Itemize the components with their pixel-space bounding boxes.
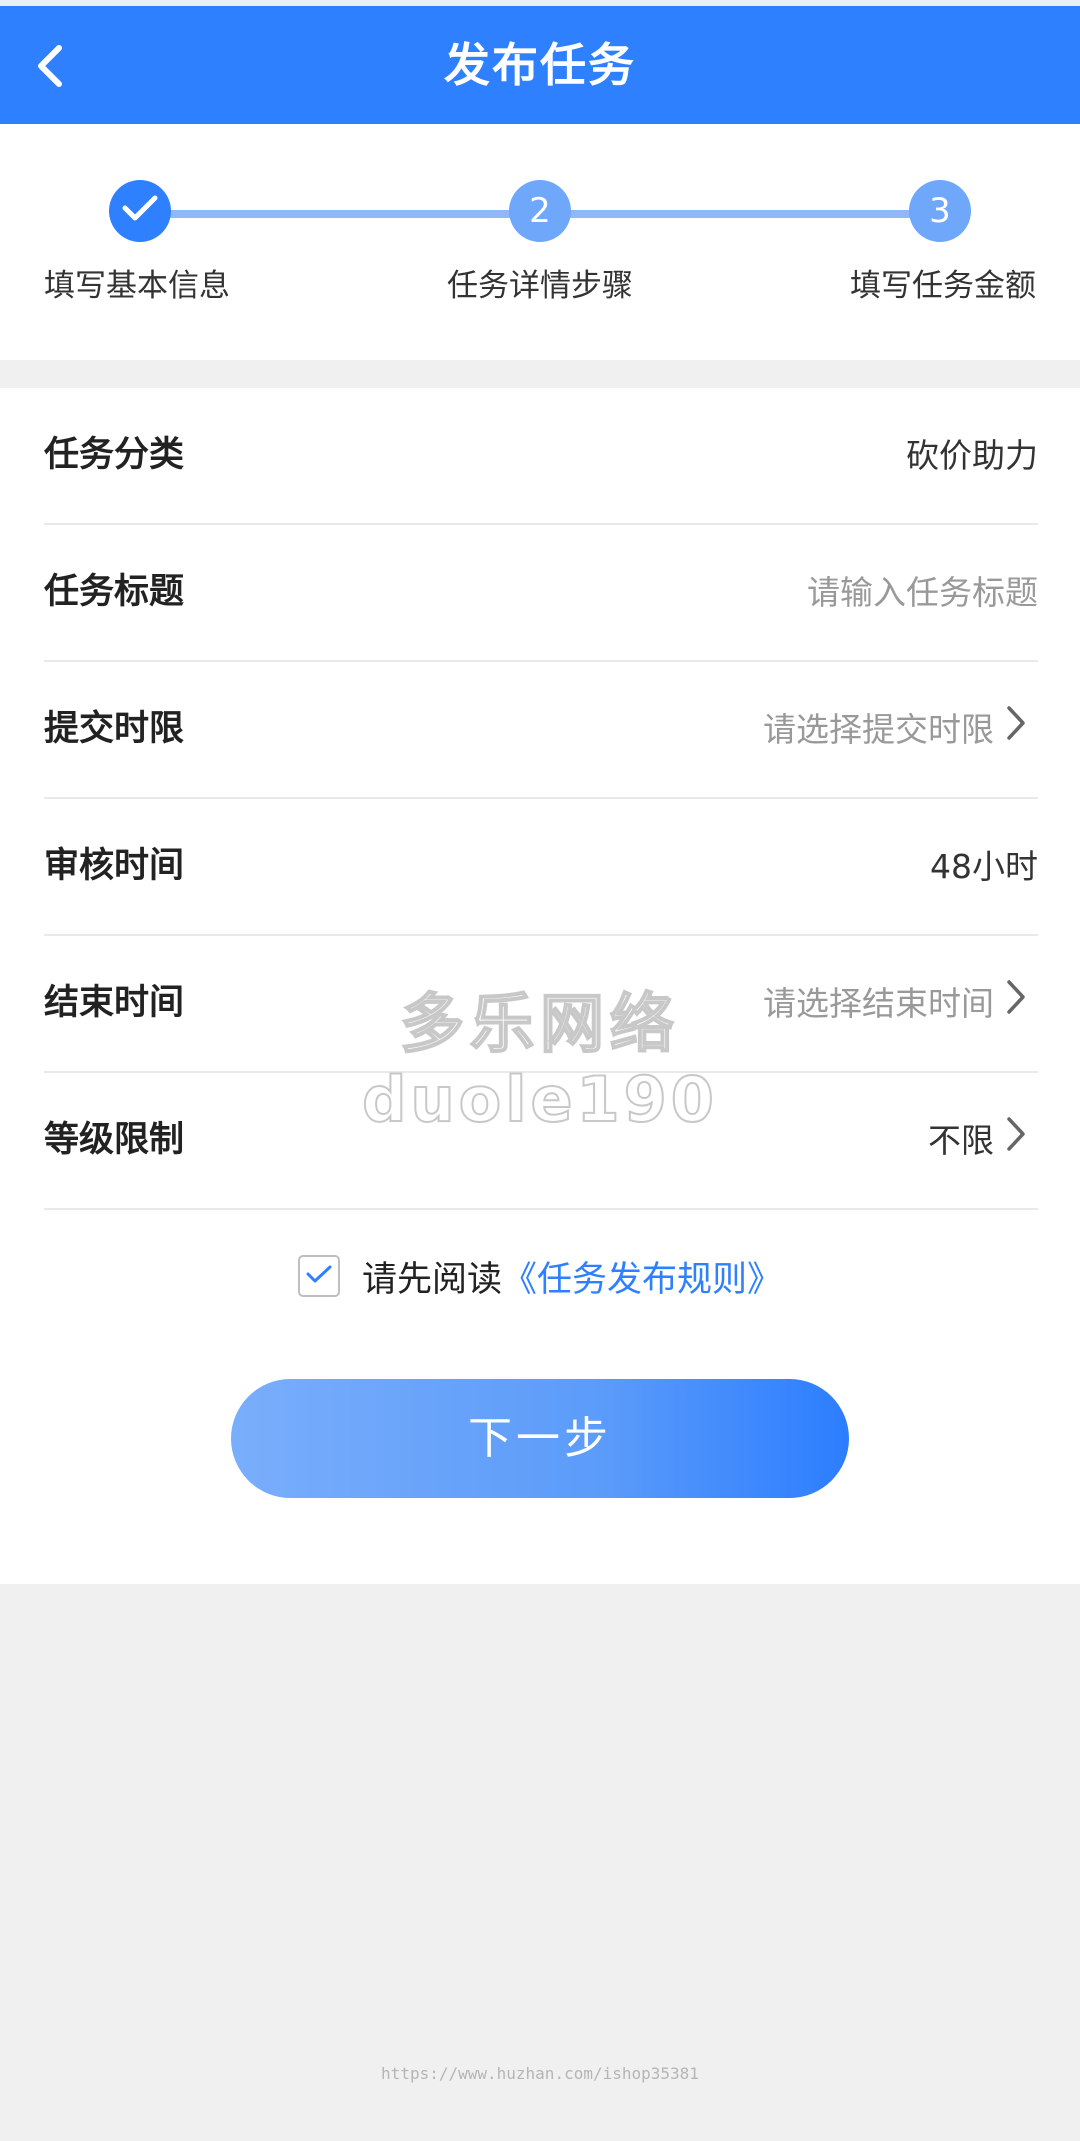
task-title-input[interactable] — [438, 525, 1038, 660]
category-row[interactable]: 任务分类 砍价助力 — [44, 388, 1038, 525]
submit-limit-row[interactable]: 提交时限 请选择提交时限 — [44, 662, 1038, 799]
level-limit-value: 不限 — [928, 1121, 994, 1160]
category-label: 任务分类 — [44, 435, 185, 475]
level-limit-label: 等级限制 — [44, 1120, 185, 1160]
chevron-right-icon — [1006, 662, 1026, 797]
chevron-right-icon — [1006, 936, 1026, 1071]
submit-limit-selector[interactable]: 请选择提交时限 — [763, 662, 1026, 797]
app-header: 发布任务 — [0, 6, 1080, 124]
review-time-row: 审核时间 48小时 — [44, 799, 1038, 936]
next-step-button[interactable]: 下一步 — [231, 1379, 849, 1498]
end-time-placeholder: 请选择结束时间 — [763, 984, 994, 1023]
title-label: 任务标题 — [44, 572, 185, 612]
step-1-indicator — [109, 180, 171, 242]
end-time-row[interactable]: 结束时间 请选择结束时间 — [44, 936, 1038, 1073]
review-time-value: 48小时 — [930, 847, 1038, 886]
step-2-indicator: 2 — [509, 180, 571, 242]
chevron-right-icon — [1006, 1073, 1026, 1208]
agreement-checkbox[interactable] — [297, 1255, 340, 1297]
level-limit-row[interactable]: 等级限制 不限 — [44, 1073, 1038, 1210]
submit-limit-placeholder: 请选择提交时限 — [763, 710, 994, 749]
step-3-indicator: 3 — [909, 180, 971, 242]
category-value: 砍价助力 — [906, 436, 1038, 475]
end-time-selector[interactable]: 请选择结束时间 — [763, 936, 1026, 1071]
page-title: 发布任务 — [444, 38, 636, 92]
check-icon — [306, 1264, 332, 1288]
check-icon — [122, 191, 158, 231]
level-limit-selector[interactable]: 不限 — [928, 1073, 1026, 1208]
agreement-prefix: 请先阅读 — [361, 1259, 502, 1300]
end-time-label: 结束时间 — [44, 983, 185, 1023]
title-row: 任务标题 — [44, 525, 1038, 662]
agreement-row: 请先阅读 《任务发布规则》 — [0, 1241, 1080, 1311]
review-time-label: 审核时间 — [44, 846, 185, 886]
footer-url: https://www.huzhan.com/ishop35381 — [381, 2064, 699, 2083]
step-3-label: 填写任务金额 — [850, 268, 1036, 304]
progress-steps: 2 3 填写基本信息 任务详情步骤 填写任务金额 — [0, 124, 1080, 360]
rules-link[interactable]: 《任务发布规则》 — [502, 1251, 782, 1302]
submit-limit-label: 提交时限 — [44, 709, 185, 749]
